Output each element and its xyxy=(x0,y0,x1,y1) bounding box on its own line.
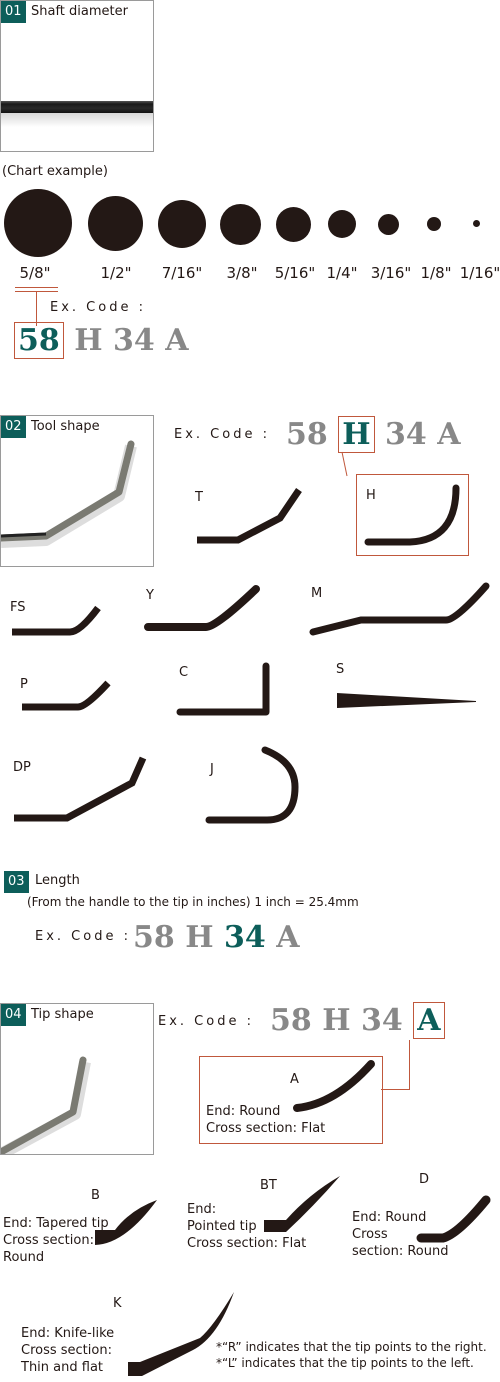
tip-k-description: End: Knife-like Cross section: Thin and … xyxy=(21,1325,114,1376)
code-part-highlighted: 58 xyxy=(14,322,64,359)
chart-example-label: (Chart example) xyxy=(2,164,108,179)
tip-label-d: D xyxy=(419,1172,430,1187)
tip-b-description: End: Tapered tip Cross section: Round xyxy=(3,1215,109,1266)
diameter-label: 1/4" xyxy=(326,264,358,282)
desc-line: Cross section: xyxy=(21,1343,112,1358)
note-left: *“L” indicates that the tip points to th… xyxy=(216,1356,474,1370)
connector-underline xyxy=(15,287,58,288)
diameter-label: 3/8" xyxy=(226,264,258,282)
diameter-label: 1/2" xyxy=(100,264,132,282)
example-code-diameter: 58 H 34 A xyxy=(14,322,189,359)
diameter-circle-1-16 xyxy=(473,220,480,227)
direction-notes: *“R” indicates that the tip points to th… xyxy=(216,1339,487,1371)
ex-code-label: Ex. Code : xyxy=(35,929,131,944)
section-title: Length xyxy=(35,873,80,888)
ex-code-label: Ex. Code : xyxy=(158,1014,254,1029)
code-part: 34 xyxy=(361,1003,403,1038)
diameter-circle-1-2 xyxy=(88,196,143,251)
tip-shape-photo: 04 Tip shape xyxy=(0,1003,154,1155)
desc-line: Round xyxy=(3,1250,45,1265)
code-part-highlighted: 34 xyxy=(224,920,266,955)
ex-code-label: Ex. Code : xyxy=(50,300,146,315)
connector-line xyxy=(381,1089,410,1090)
section-number-badge: 03 xyxy=(4,871,29,893)
diameter-label: 5/8" xyxy=(19,264,51,282)
example-code-tip: 58 H 34 A xyxy=(270,1002,445,1039)
tip-photo-image xyxy=(1,1056,91,1154)
connector-line xyxy=(36,291,37,326)
diameter-label: 7/16" xyxy=(161,264,203,282)
example-code-length: 58 H 34 A xyxy=(133,920,300,956)
code-part-highlighted: A xyxy=(413,1002,445,1039)
diameter-label: 1/16" xyxy=(459,264,500,282)
diameter-label: 3/16" xyxy=(370,264,412,282)
desc-line: Thin and flat xyxy=(21,1360,104,1375)
code-part: A xyxy=(437,417,461,452)
diameter-circle-3-8 xyxy=(220,204,261,245)
code-part: 34 xyxy=(113,323,155,358)
diameter-circle-1-8 xyxy=(427,217,441,231)
code-part-highlighted: H xyxy=(338,416,375,453)
desc-line: End: Knife-like xyxy=(21,1326,115,1341)
tool-shape-h-icon xyxy=(364,484,460,546)
tool-shape-p-icon xyxy=(22,680,111,711)
desc-line: Cross section: xyxy=(3,1233,94,1248)
diameter-circle-5-16 xyxy=(276,207,311,242)
code-part: A xyxy=(165,323,189,358)
tip-shape-b-icon xyxy=(95,1200,157,1245)
tip-shape-bt-icon xyxy=(264,1176,340,1232)
shaft-shadow xyxy=(1,113,153,127)
tool-shape-t-icon xyxy=(197,488,302,544)
desc-line: Cross section: Flat xyxy=(187,1236,307,1251)
diameter-circle-3-16 xyxy=(378,214,399,235)
code-part: 34 xyxy=(385,417,427,452)
code-part: H xyxy=(74,323,103,358)
diameter-label: 1/8" xyxy=(420,264,452,282)
shaft-diameter-photo: 01 Shaft diameter xyxy=(0,0,154,152)
example-code-shape: 58 H 34 A xyxy=(286,416,461,453)
tool-shape-y-icon xyxy=(144,585,260,631)
tool-shape-c-icon xyxy=(176,662,270,716)
tool-shape-fs-icon xyxy=(12,605,101,636)
desc-line: Cross section: Flat xyxy=(206,1121,326,1136)
code-part: 58 xyxy=(270,1003,312,1038)
diameter-label: 5/16" xyxy=(274,264,316,282)
shaft-image xyxy=(1,101,153,113)
shape-label-s: S xyxy=(336,662,345,677)
ex-code-label: Ex. Code : xyxy=(174,427,270,442)
connector-line xyxy=(341,451,348,477)
diameter-circle-1-4 xyxy=(328,210,356,238)
connector-line xyxy=(409,1040,410,1090)
section-number-badge: 01 xyxy=(1,1,26,23)
section-title: Shaft diameter xyxy=(31,4,128,19)
code-part: H xyxy=(322,1003,351,1038)
code-part: H xyxy=(185,920,214,955)
tool-shape-photo: 02 Tool shape xyxy=(0,415,154,567)
tip-label-k: K xyxy=(113,1296,122,1311)
tip-shape-a-icon xyxy=(293,1060,375,1112)
diameter-circle-7-16 xyxy=(158,200,206,248)
tool-shape-s-icon xyxy=(337,693,476,708)
desc-line: End: Tapered tip xyxy=(3,1216,109,1231)
code-part: 58 xyxy=(286,417,328,452)
note-right: *“R” indicates that the tip points to th… xyxy=(216,1340,487,1354)
tip-shape-d-icon xyxy=(416,1195,491,1243)
tool-shape-j-icon xyxy=(205,746,299,824)
code-part: 58 xyxy=(133,920,175,955)
tool-photo-image xyxy=(1,440,137,548)
diameter-circle-5-8 xyxy=(4,189,72,257)
tool-shape-dp-icon xyxy=(14,756,147,822)
tool-shape-m-icon xyxy=(309,582,490,636)
length-note: (From the handle to the tip in inches) 1… xyxy=(27,895,359,909)
code-part: A xyxy=(276,920,300,955)
